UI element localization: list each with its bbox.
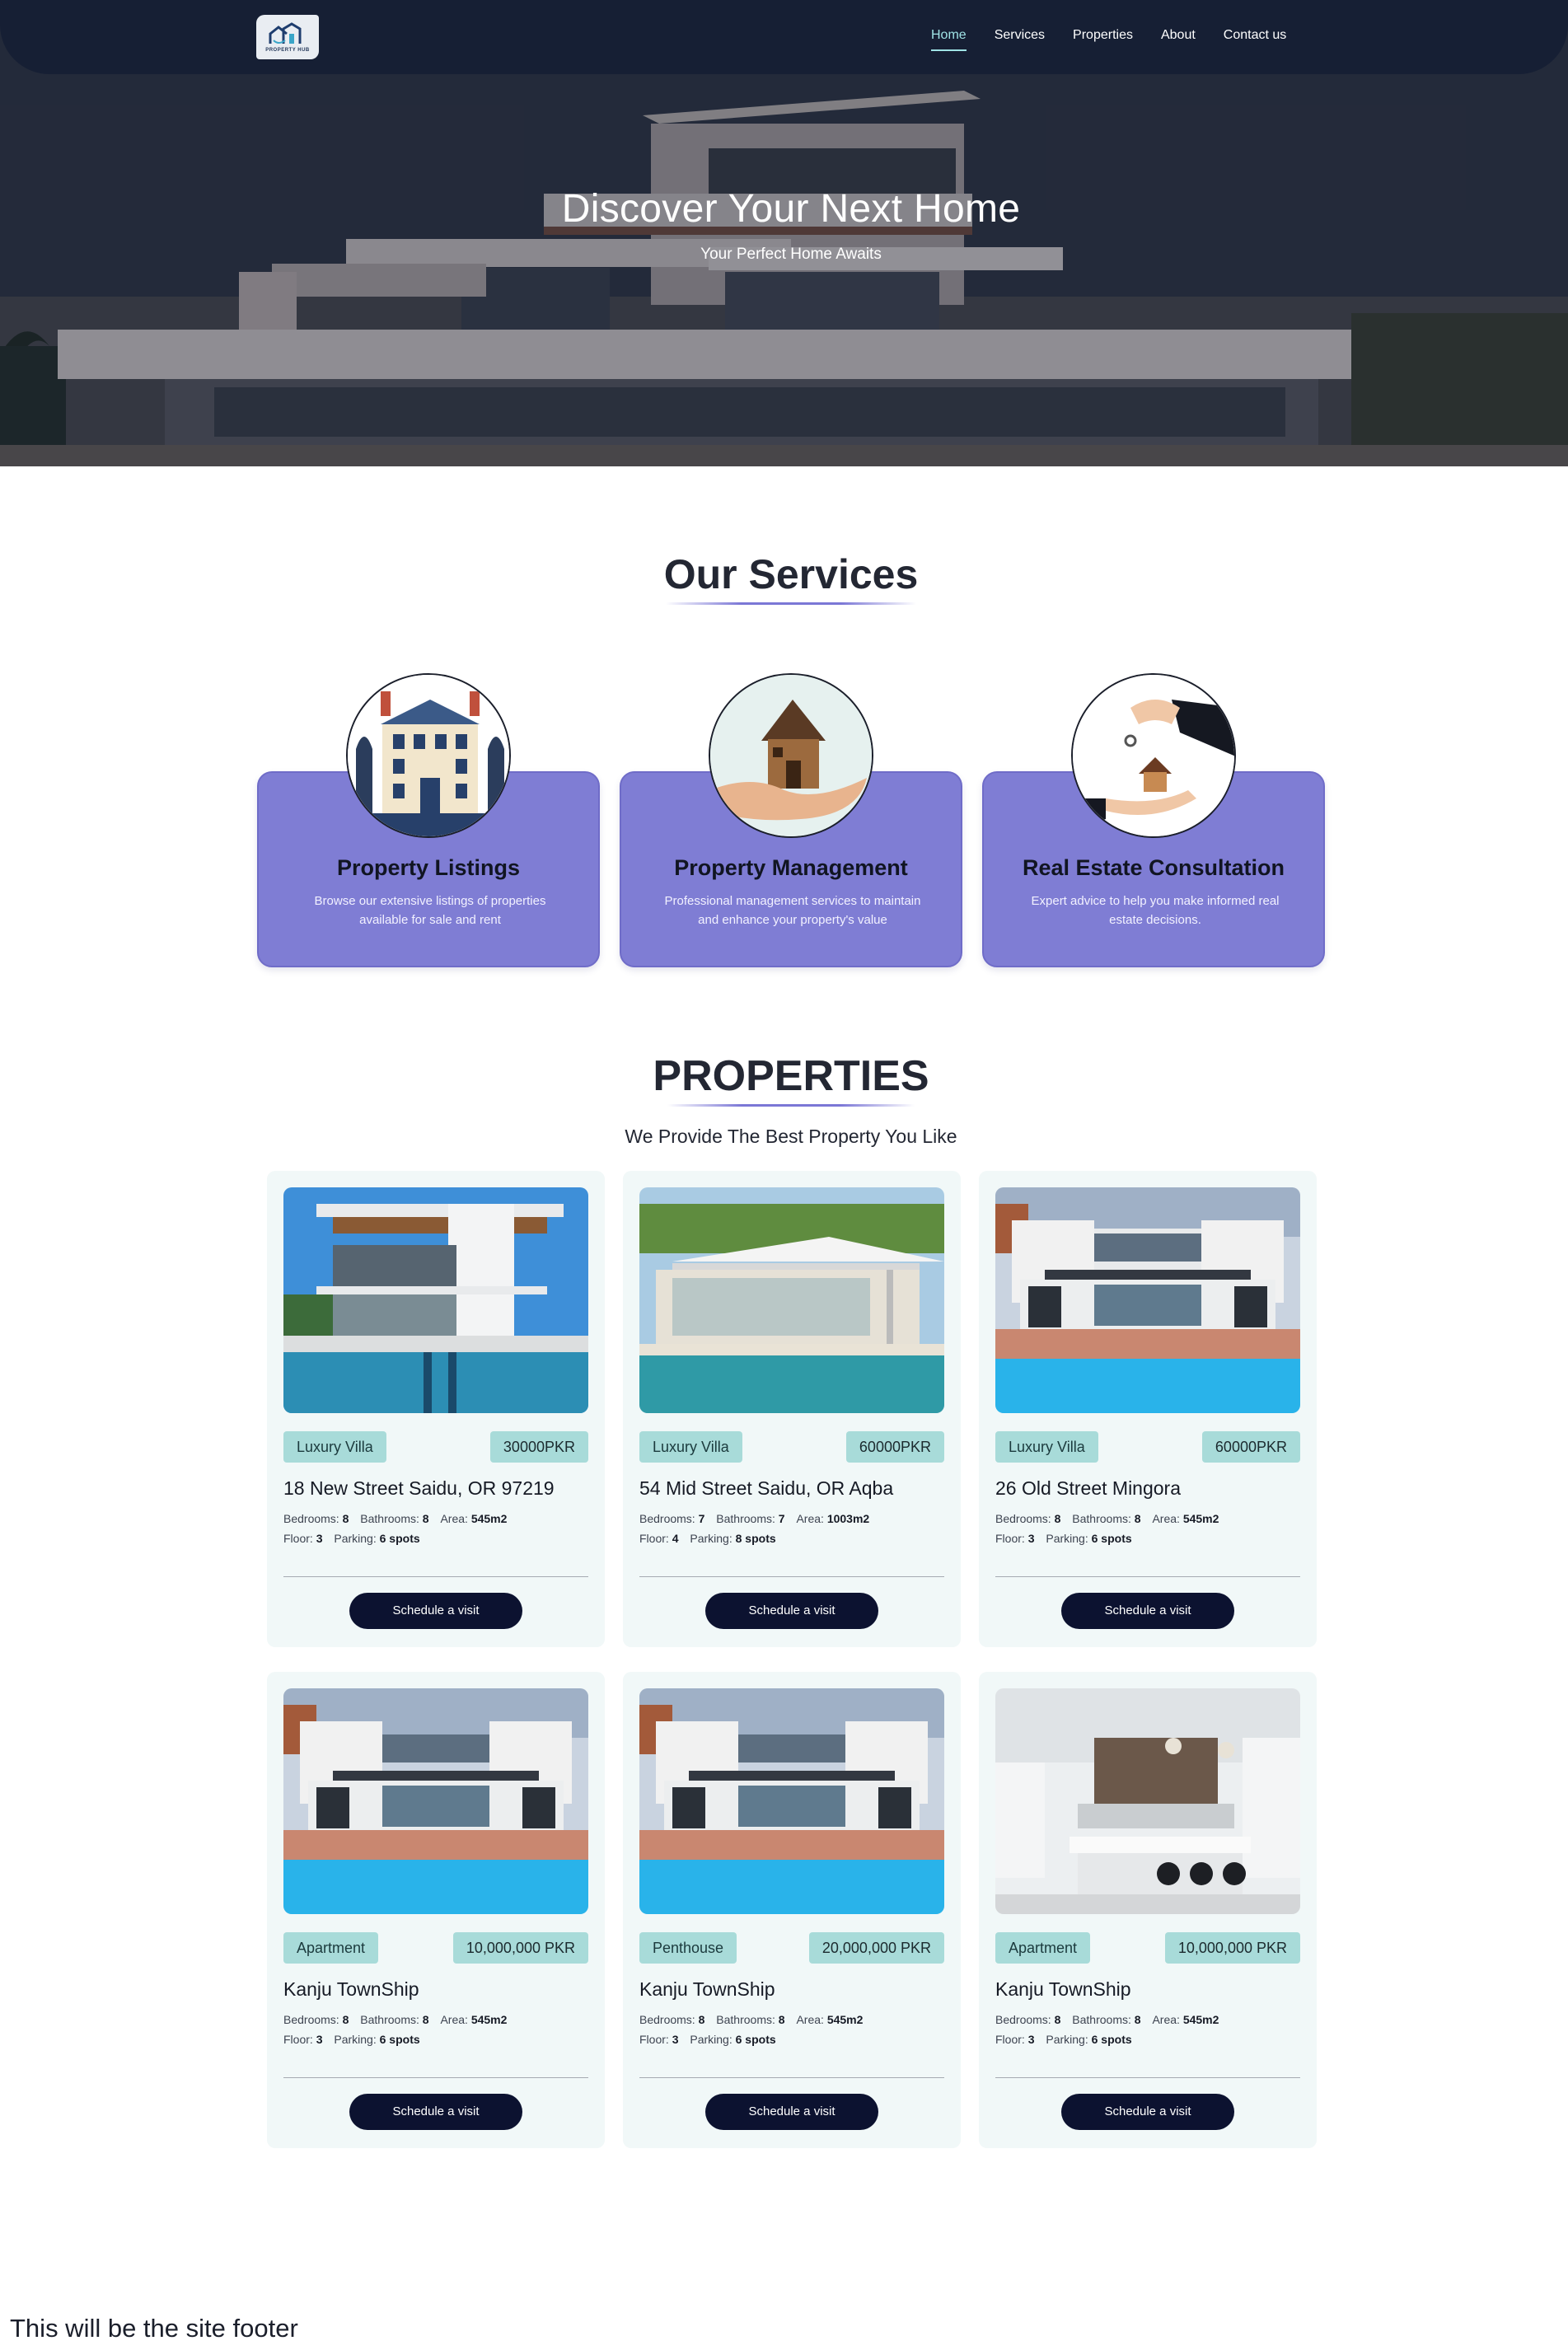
service-title: Property Management [674, 855, 908, 880]
schedule-visit-button[interactable]: Schedule a visit [1061, 2094, 1234, 2130]
service-title: Property Listings [336, 855, 521, 880]
service-description: Professional management services to main… [664, 894, 921, 927]
hero-subtitle: Your Perfect Home Awaits [700, 246, 882, 263]
property-photo[interactable] [639, 1187, 944, 1413]
property-address: 54 Mid Street Saidu, OR Aqba [639, 1477, 894, 1499]
property-specs: Bedrooms: 8 Bathrooms: 8 Area: 545m2 Flo… [995, 2013, 1219, 2046]
property-photo[interactable] [995, 1688, 1300, 1914]
service-title: Real Estate Consultation [1022, 855, 1285, 880]
services-title: Our Services [663, 551, 919, 597]
key-handover-icon [1071, 673, 1236, 838]
site-logo[interactable]: PROPERTY HUB [256, 15, 319, 59]
site-footer: This will be the site footer [10, 2314, 298, 2343]
card-divider [283, 2077, 588, 2078]
card-divider [995, 2077, 1300, 2078]
properties-subtitle: We Provide The Best Property You Like [625, 1126, 957, 1147]
property-address: Kanju TownShip [283, 1978, 419, 2000]
property-specs: Bedrooms: 8 Bathrooms: 8 Area: 545m2 Flo… [283, 2013, 508, 2046]
service-description: Expert advice to help you make informed … [1031, 894, 1280, 927]
property-card: Luxury Villa 60000PKR 54 Mid Street Said… [623, 1171, 961, 1647]
property-address: 26 Old Street Mingora [995, 1477, 1182, 1499]
card-divider [283, 1576, 588, 1577]
hero-section: PROPERTY HUB Home Services Properties Ab… [0, 0, 1568, 466]
nav-link-home[interactable]: Home [931, 28, 967, 51]
property-photo[interactable] [639, 1688, 944, 1914]
property-address: 18 New Street Saidu, OR 97219 [283, 1477, 555, 1499]
property-type-badge: Apartment [283, 1932, 379, 1964]
villa-blue-pool-svg [995, 1187, 1300, 1413]
property-type-badge: Luxury Villa [995, 1431, 1098, 1463]
hero-title: Discover Your Next Home [561, 187, 1021, 231]
logo-house-icon [269, 21, 302, 44]
schedule-visit-button[interactable]: Schedule a visit [705, 2094, 878, 2130]
schedule-visit-button[interactable]: Schedule a visit [1061, 1593, 1234, 1629]
schedule-visit-button[interactable]: Schedule a visit [349, 2094, 522, 2130]
property-specs: Bedrooms: 8 Bathrooms: 8 Area: 545m2 Flo… [639, 2013, 864, 2046]
property-price-badge: 60000PKR [1201, 1431, 1300, 1463]
property-photo[interactable] [283, 1187, 588, 1413]
nav-link-about[interactable]: About [1161, 28, 1196, 51]
property-specs: Bedrooms: 8 Bathrooms: 8 Area: 545m2 Flo… [283, 1512, 508, 1545]
property-specs: Bedrooms: 8 Bathrooms: 8 Area: 545m2 Flo… [995, 1512, 1219, 1545]
mansion-icon [346, 673, 511, 838]
property-price-badge: 30000PKR [489, 1431, 588, 1463]
property-photo[interactable] [283, 1688, 588, 1914]
schedule-visit-button[interactable]: Schedule a visit [705, 1593, 878, 1629]
property-card: Apartment 10,000,000 PKR Kanju TownShip … [979, 1672, 1317, 2148]
property-price-badge: 10,000,000 PKR [452, 1932, 588, 1964]
property-card: Apartment 10,000,000 PKR Kanju TownShip … [267, 1672, 605, 2148]
property-price-badge: 20,000,000 PKR [808, 1932, 944, 1964]
properties-title-underline [667, 1104, 915, 1107]
nav-link-contact[interactable]: Contact us [1224, 28, 1286, 51]
property-type-badge: Luxury Villa [639, 1431, 742, 1463]
main-nav: Home Services Properties About Contact u… [931, 28, 1286, 51]
property-specs: Bedrooms: 7 Bathrooms: 7 Area: 1003m2 Fl… [639, 1512, 870, 1545]
property-address: Kanju TownShip [995, 1978, 1131, 2000]
services-title-underline [666, 602, 916, 605]
card-divider [995, 1576, 1300, 1577]
nav-link-properties[interactable]: Properties [1073, 28, 1133, 51]
property-type-badge: Apartment [995, 1932, 1091, 1964]
property-photo[interactable] [995, 1187, 1300, 1413]
property-price-badge: 60000PKR [845, 1431, 944, 1463]
property-type-badge: Luxury Villa [283, 1431, 386, 1463]
top-navbar: PROPERTY HUB Home Services Properties Ab… [0, 0, 1568, 74]
card-divider [639, 2077, 944, 2078]
service-description: Browse our extensive listings of propert… [314, 894, 546, 927]
property-type-badge: Penthouse [639, 1932, 737, 1964]
nav-link-services[interactable]: Services [995, 28, 1045, 51]
property-card: Luxury Villa 60000PKR 26 Old Street Ming… [979, 1171, 1317, 1647]
property-card: Luxury Villa 30000PKR 18 New Street Said… [267, 1171, 605, 1647]
logo-text: PROPERTY HUB [265, 47, 310, 53]
house-in-hand-icon [709, 673, 873, 838]
property-card: Penthouse 20,000,000 PKR Kanju TownShip … [623, 1672, 961, 2148]
property-price-badge: 10,000,000 PKR [1164, 1932, 1300, 1964]
schedule-visit-button[interactable]: Schedule a visit [349, 1593, 522, 1629]
properties-title: PROPERTIES [653, 1052, 929, 1100]
property-address: Kanju TownShip [639, 1978, 775, 2000]
card-divider [639, 1576, 944, 1577]
